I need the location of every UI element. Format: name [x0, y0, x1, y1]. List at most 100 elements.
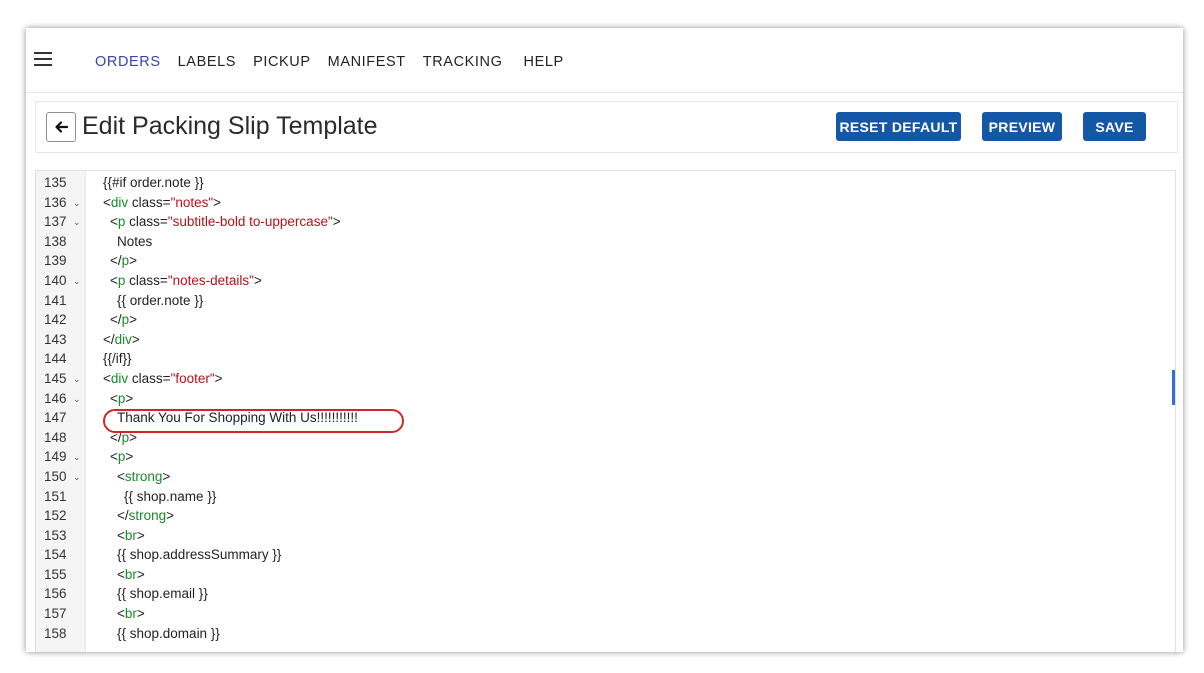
line-number: 138 [44, 233, 67, 249]
nav-item-tracking[interactable]: TRACKING [423, 52, 503, 72]
line-number: 143 [44, 331, 67, 347]
code-line[interactable]: 151 {{ shop.name }} [36, 487, 1175, 507]
fold-chevron-icon[interactable]: ⌄ [73, 448, 81, 468]
nav-item-orders[interactable]: ORDERS [95, 52, 161, 72]
line-number: 158 [44, 625, 67, 641]
nav-item-manifest[interactable]: MANIFEST [328, 52, 406, 72]
nav-item-help[interactable]: HELP [524, 52, 564, 72]
code-line[interactable]: 140 ⌄ <p class="notes-details"> [36, 271, 1175, 291]
line-number: 144 [44, 351, 67, 367]
code-line[interactable]: 153 <br> [36, 526, 1175, 546]
code-lines: 135 {{#if order.note }} 136 ⌄ <div class="no… [36, 173, 1175, 643]
code-string-token: "notes" [170, 194, 214, 210]
code-token: > [214, 370, 223, 386]
code-text: <br> [117, 604, 145, 624]
line-number: 136 [44, 194, 67, 210]
fold-chevron-icon[interactable]: ⌄ [73, 468, 81, 488]
code-line[interactable]: 147 Thank You For Shopping With Us!!!!!!!… [36, 408, 1175, 428]
nav-item-labels[interactable]: LABELS [178, 52, 236, 72]
code-text: <strong> [117, 467, 170, 487]
code-text: {{/if}} [103, 349, 132, 369]
line-number: 154 [44, 547, 67, 563]
code-line[interactable]: 141 {{ order.note }} [36, 291, 1175, 311]
code-token: < [103, 370, 111, 386]
code-line[interactable]: 144 {{/if}} [36, 349, 1175, 369]
hamburger-menu-icon[interactable] [34, 52, 52, 66]
app-window: ORDERS LABELS PICKUP MANIFEST TRACKING H… [26, 28, 1183, 652]
code-token: > [129, 253, 138, 269]
code-line[interactable]: 150 ⌄ <strong> [36, 467, 1175, 487]
code-token: > [213, 194, 222, 210]
line-number: 147 [44, 410, 67, 426]
code-token: {{ shop.name }} [124, 488, 217, 504]
code-line[interactable]: 143 </div> [36, 330, 1175, 350]
code-token: > [332, 214, 341, 230]
line-number: 157 [44, 606, 67, 622]
line-number: 146 [44, 390, 67, 406]
code-token: </ [103, 331, 115, 347]
code-text: </strong> [117, 506, 174, 526]
code-text: {{ shop.name }} [124, 487, 216, 507]
code-line[interactable]: 149 ⌄ <p> [36, 447, 1175, 467]
fold-chevron-icon[interactable]: ⌄ [73, 370, 81, 390]
code-token: > [166, 508, 175, 524]
code-token: class= [125, 214, 168, 230]
code-token: > [136, 606, 145, 622]
code-text: <p> [110, 447, 133, 467]
code-line[interactable]: 156 {{ shop.email }} [36, 584, 1175, 604]
code-line[interactable]: 154 {{ shop.addressSummary }} [36, 545, 1175, 565]
code-line[interactable]: 157 <br> [36, 604, 1175, 624]
code-token: > [253, 272, 262, 288]
code-token: > [129, 429, 138, 445]
code-editor[interactable]: 135 {{#if order.note }} 136 ⌄ <div class="no… [35, 170, 1176, 652]
back-button[interactable] [46, 112, 76, 142]
code-token: > [129, 312, 138, 328]
code-token: < [110, 214, 118, 230]
code-token: > [125, 449, 134, 465]
code-line[interactable]: 158 {{ shop.domain }} [36, 624, 1175, 644]
fold-chevron-icon[interactable]: ⌄ [73, 213, 81, 233]
save-button[interactable]: SAVE [1083, 112, 1146, 141]
code-tag-token: div [114, 331, 132, 347]
code-line[interactable]: 142 </p> [36, 310, 1175, 330]
code-line[interactable]: 155 <br> [36, 565, 1175, 585]
vertical-scrollbar[interactable] [1172, 370, 1175, 405]
code-token: </ [110, 429, 122, 445]
code-token: < [117, 566, 125, 582]
preview-button[interactable]: PREVIEW [982, 112, 1062, 141]
code-tag-token: br [124, 566, 137, 582]
line-number: 140 [44, 272, 67, 288]
code-token: {{#if order.note }} [103, 175, 204, 190]
nav-item-pickup[interactable]: PICKUP [253, 52, 311, 72]
code-string-token: "footer" [170, 370, 215, 386]
line-number: 137 [44, 214, 67, 230]
line-number: 151 [44, 488, 67, 504]
line-number: 149 [44, 449, 67, 465]
code-line[interactable]: 135 {{#if order.note }} [36, 173, 1175, 193]
reset-default-button[interactable]: RESET DEFAULT [836, 112, 961, 141]
code-token: class= [125, 272, 168, 288]
fold-chevron-icon[interactable]: ⌄ [73, 194, 81, 214]
code-line[interactable]: 136 ⌄ <div class="notes"> [36, 193, 1175, 213]
line-number: 142 [44, 312, 67, 328]
code-text: </div> [103, 330, 140, 350]
fold-chevron-icon[interactable]: ⌄ [73, 272, 81, 292]
code-token: > [136, 566, 145, 582]
code-line[interactable]: 145 ⌄ <div class="footer"> [36, 369, 1175, 389]
code-token: > [125, 390, 134, 406]
code-line[interactable]: 146 ⌄ <p> [36, 389, 1175, 409]
code-text: {{ shop.domain }} [117, 624, 220, 644]
code-text: <p> [110, 389, 133, 409]
fold-chevron-icon[interactable]: ⌄ [73, 390, 81, 410]
code-token: Notes [117, 233, 153, 249]
code-tag-token: br [124, 527, 137, 543]
code-string-token: "subtitle-bold to-uppercase" [167, 214, 333, 230]
code-line[interactable]: 139 </p> [36, 251, 1175, 271]
code-line[interactable]: 148 </p> [36, 428, 1175, 448]
code-token: < [117, 527, 125, 543]
code-line[interactable]: 138 Notes [36, 232, 1175, 252]
code-line[interactable]: 137 ⌄ <p class="subtitle-bold to-uppercase… [36, 212, 1175, 232]
code-token: > [136, 527, 145, 543]
code-line[interactable]: 152 </strong> [36, 506, 1175, 526]
line-number: 145 [44, 370, 67, 386]
